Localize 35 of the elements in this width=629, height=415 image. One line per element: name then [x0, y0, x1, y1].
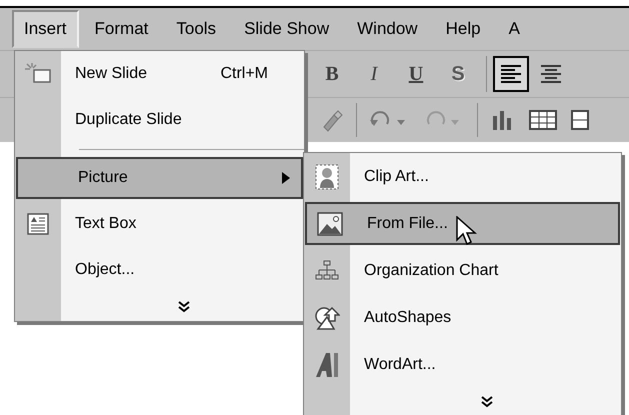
mouse-cursor-icon	[456, 216, 478, 248]
menu-bar-item[interactable]: Help	[434, 10, 493, 48]
menu-item[interactable]: AutoShapes	[304, 294, 621, 341]
landscape-image-icon	[317, 212, 343, 236]
menu-item[interactable]: Clip Art...	[304, 153, 621, 200]
clip-art-icon	[315, 164, 339, 190]
columns-icon[interactable]	[570, 108, 590, 132]
menu-item[interactable]: Duplicate Slide	[15, 97, 304, 143]
expand-chevron-icon[interactable]	[176, 300, 190, 314]
organization-chart-icon	[315, 260, 339, 282]
menu-item[interactable]: Object...	[15, 247, 304, 293]
shapes-icon	[314, 304, 340, 330]
align-left-button[interactable]	[493, 56, 529, 92]
expand-chevron-icon[interactable]	[480, 395, 494, 409]
menu-item[interactable]: Organization Chart	[304, 247, 621, 294]
menu-item[interactable]: Text Box	[15, 201, 304, 247]
menu-bar-item[interactable]: Tools	[164, 10, 228, 48]
menu-item[interactable]: From File...	[305, 202, 620, 245]
format-button[interactable]: S	[444, 58, 472, 90]
menu-item[interactable]: Picture	[16, 157, 303, 199]
format-button[interactable]: I	[360, 58, 388, 90]
menu-bar-item[interactable]: Format	[82, 10, 160, 48]
menu-bar-item[interactable]: Insert	[12, 10, 79, 48]
text-box-icon	[26, 212, 50, 236]
format-button[interactable]: B	[318, 58, 346, 90]
wordart-icon	[314, 350, 340, 378]
menu-bar-item[interactable]: Window	[345, 10, 430, 48]
submenu-arrow-icon	[281, 171, 291, 185]
format-button[interactable]: U	[402, 58, 430, 90]
new-slide-icon	[24, 62, 52, 86]
menu-bar-item[interactable]: Slide Show	[232, 10, 342, 48]
menu-item[interactable]: WordArt...	[304, 341, 621, 388]
menu-item[interactable]: New Slide Ctrl+M	[15, 51, 304, 97]
menu-bar-item[interactable]: A	[496, 10, 532, 48]
table-icon[interactable]	[528, 108, 558, 132]
